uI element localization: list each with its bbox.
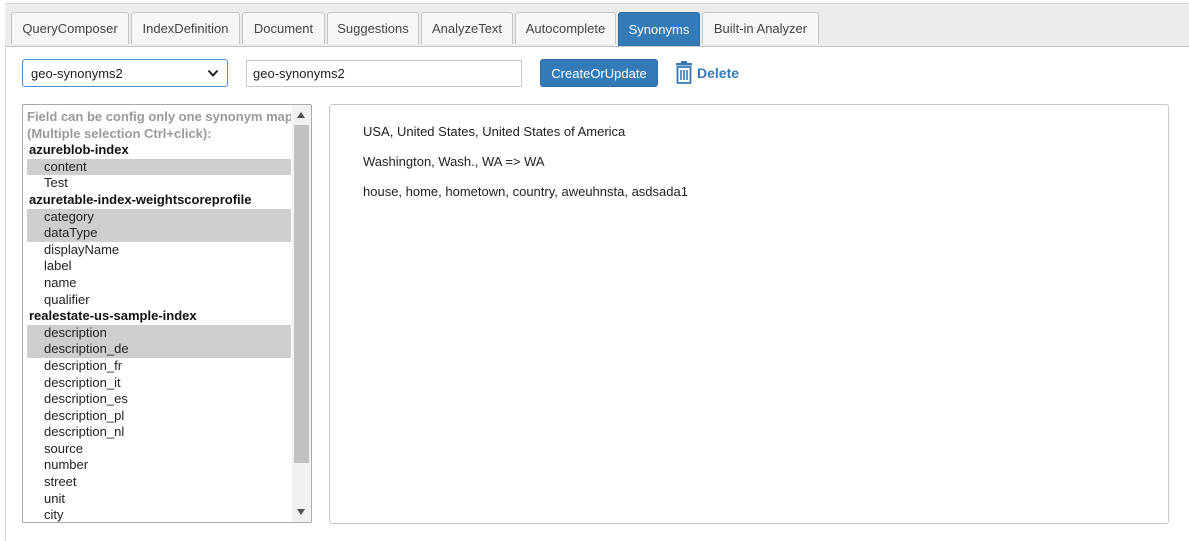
synonym-map-name-input[interactable] (246, 60, 522, 87)
delete-label: Delete (697, 65, 740, 81)
tab-indexdefinition[interactable]: IndexDefinition (131, 12, 240, 44)
field-option[interactable]: name (27, 275, 291, 292)
scroll-down-arrow-icon[interactable] (296, 508, 306, 516)
field-option[interactable]: description_it (27, 375, 291, 392)
tab-querycomposer[interactable]: QueryComposer (11, 12, 129, 44)
synonym-map-select[interactable]: geo-synonyms2 (22, 59, 228, 87)
field-option[interactable]: description_de (27, 341, 291, 358)
field-option[interactable]: unit (27, 491, 291, 508)
field-option[interactable]: description_pl (27, 408, 291, 425)
field-option[interactable]: label (27, 258, 291, 275)
field-option[interactable]: description_nl (27, 424, 291, 441)
field-option[interactable]: description (27, 324, 291, 342)
scroll-up-arrow-icon[interactable] (296, 111, 306, 119)
field-group-label: azuretable-index-weightscoreprofile (29, 191, 252, 207)
tab-built-in-analyzer[interactable]: Built-in Analyzer (702, 12, 819, 44)
synonym-rule-line: house, home, hometown, country, aweuhnst… (363, 184, 688, 199)
field-option[interactable]: source (27, 441, 291, 458)
tab-autocomplete[interactable]: Autocomplete (515, 12, 616, 44)
field-multiselect-list[interactable]: Field can be config only one synonym map… (22, 104, 312, 523)
trash-icon (676, 61, 692, 84)
tab-bar: QueryComposer IndexDefinition Document S… (5, 4, 1189, 47)
field-option[interactable]: content (27, 158, 291, 176)
create-or-update-button[interactable]: CreateOrUpdate (540, 59, 658, 87)
field-option[interactable]: description_es (27, 391, 291, 408)
field-option[interactable]: displayName (27, 242, 291, 259)
field-list-hint: (Multiple selection Ctrl+click): (27, 125, 212, 141)
tab-suggestions[interactable]: Suggestions (327, 12, 419, 44)
field-option[interactable]: number (27, 457, 291, 474)
synonym-map-select-value: geo-synonyms2 (31, 65, 123, 81)
scrollbar-thumb[interactable] (294, 125, 309, 463)
field-list-options: Field can be config only one synonym map… (27, 109, 291, 522)
tab-synonyms[interactable]: Synonyms (618, 12, 700, 46)
field-option[interactable]: street (27, 474, 291, 491)
field-option[interactable]: description_fr (27, 358, 291, 375)
chevron-down-icon (207, 69, 219, 77)
field-list-scrollbar[interactable] (292, 105, 311, 522)
synonym-rule-line: Washington, Wash., WA => WA (363, 154, 545, 169)
field-option[interactable]: category (27, 208, 291, 226)
field-option[interactable]: qualifier (27, 292, 291, 309)
tab-analyzetext[interactable]: AnalyzeText (421, 12, 513, 44)
delete-button[interactable]: Delete (674, 60, 739, 86)
field-option[interactable]: dataType (27, 225, 291, 242)
field-option[interactable]: Test (27, 175, 291, 192)
synonym-rules-textarea[interactable]: USA, United States, United States of Ame… (329, 104, 1169, 524)
field-list-hint: Field can be config only one synonym map (27, 109, 291, 124)
synonym-rule-line: USA, United States, United States of Ame… (363, 124, 626, 139)
tab-document[interactable]: Document (242, 12, 325, 44)
field-option[interactable]: city (27, 507, 291, 522)
field-group-label: realestate-us-sample-index (29, 308, 197, 324)
field-group-label: azureblob-index (29, 142, 129, 158)
